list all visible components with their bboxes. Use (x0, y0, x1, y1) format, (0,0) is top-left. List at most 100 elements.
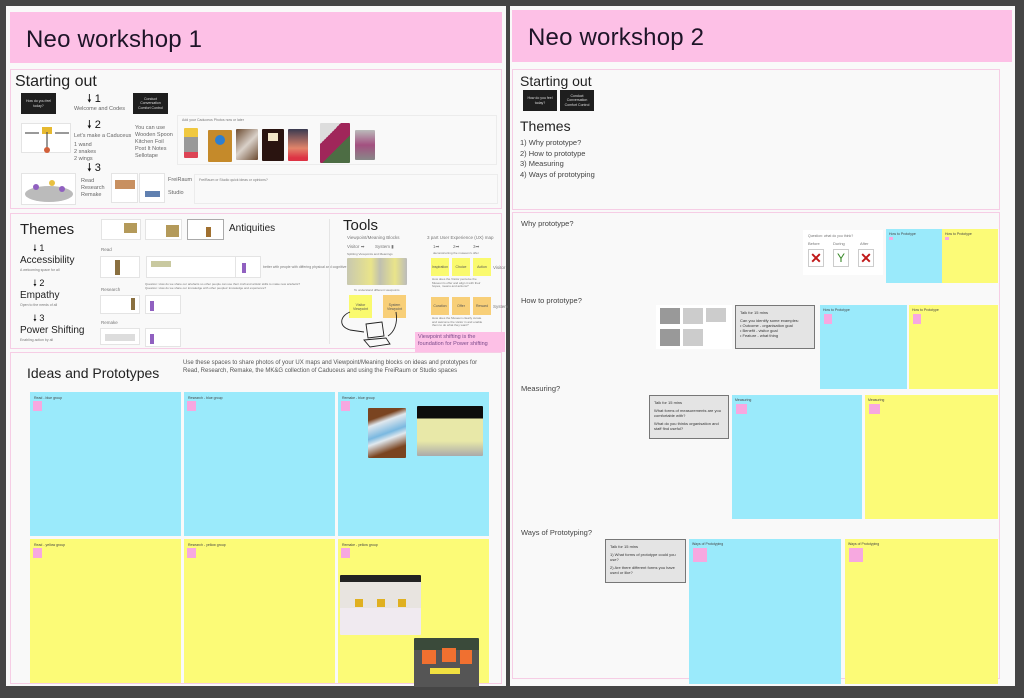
w2-sections-frame[interactable]: Why prototype? Question: what do you thi… (512, 212, 1000, 684)
instruction-sticky[interactable] (889, 237, 893, 240)
caduceus-photo[interactable] (208, 130, 232, 162)
caduceus-photo[interactable] (184, 128, 198, 158)
remake-card[interactable] (145, 328, 181, 347)
row-label-research: Research (101, 287, 121, 292)
freiraum-thumbnail[interactable] (111, 173, 138, 203)
caduceus-photo[interactable] (262, 129, 284, 161)
ideas-panel-label: FreiRaum or Studio quick ideas or opinio… (199, 178, 268, 182)
panel-label: Ways of Prototyping (692, 542, 724, 546)
ways-yellow-panel[interactable]: Ways of Prototyping (845, 539, 998, 684)
prototype-photo[interactable] (368, 408, 406, 458)
prototype-photo[interactable] (414, 638, 479, 687)
panel-label: Ways of Prototyping (848, 542, 880, 546)
ux-system-sticky[interactable]: Reward (473, 297, 491, 315)
research-card[interactable] (100, 295, 140, 314)
measuring-prompt-box[interactable]: Talk for 15 mins What forms of measureme… (649, 395, 729, 439)
why-blue-panel[interactable]: How to Prototype (886, 229, 942, 283)
down-arrow-icon: 🠗 (87, 162, 92, 174)
ux-step: 1➡ (433, 244, 440, 249)
remake-card[interactable] (100, 328, 140, 345)
instruction-sticky[interactable] (824, 314, 832, 324)
instruction-sticky[interactable] (341, 548, 350, 558)
visitor-label: Visitor ➡ (347, 244, 365, 249)
ideas-panel-remake-yellow[interactable]: Remake - yellow group (338, 539, 489, 687)
antiquity-card[interactable] (145, 219, 182, 240)
ux-visitor-sticky[interactable]: Inspiration (431, 258, 449, 276)
caduceus-photo[interactable] (288, 129, 308, 161)
before-during-after-card[interactable]: Question: what do you think? Before Duri… (803, 230, 883, 275)
contact-card[interactable]: Conduct Conversation Comfort Control (133, 93, 168, 114)
instruction-sticky[interactable] (341, 401, 350, 411)
w2-themes-list: 1) Why prototype? 2) How to prototype 3)… (520, 138, 595, 180)
caduceus-photo-panel[interactable]: Add your Caduceus Photos now or later (177, 115, 497, 165)
measuring-blue-panel[interactable]: Measuring (732, 395, 862, 519)
caduceus-photo[interactable] (236, 129, 258, 160)
themes-tools-frame[interactable]: Themes 🠗 1 Accessibility A welcoming spa… (10, 213, 508, 352)
instruction-sticky[interactable] (33, 401, 42, 411)
ideas-prototypes-frame[interactable]: Ideas and Prototypes Use these spaces to… (10, 352, 502, 687)
instruction-sticky[interactable] (33, 548, 42, 558)
read-card[interactable] (100, 256, 140, 278)
caduceus-photo[interactable] (355, 130, 375, 160)
instruction-sticky[interactable] (736, 404, 747, 414)
caduceus-diagram[interactable] (21, 123, 71, 153)
w2-starting-out-frame[interactable]: Starting out How do you feel today? Cond… (512, 69, 1000, 210)
ways-blue-panel[interactable]: Ways of Prototyping (689, 539, 841, 684)
antiquity-card[interactable] (101, 219, 141, 240)
reference-card (706, 308, 726, 322)
ux-system-sticky[interactable]: Offer (452, 297, 470, 315)
read-note: better with people with differing physic… (263, 265, 348, 269)
freiraum-ideas-panel[interactable]: FreiRaum or Studio quick ideas or opinio… (194, 174, 498, 204)
antiquity-card[interactable] (187, 219, 224, 240)
research-card[interactable] (145, 295, 181, 314)
read-card[interactable] (235, 256, 261, 278)
prototype-photo[interactable] (417, 406, 483, 456)
can-use-label: You can use (135, 125, 166, 131)
ways-heading: Ways of Prototyping? (521, 528, 593, 537)
workshop-1-title-bar: Neo workshop 1 (10, 12, 502, 63)
viewpoint-photo[interactable] (347, 258, 407, 285)
workshop-2-board[interactable]: Neo workshop 2 Starting out How do you f… (510, 6, 1015, 686)
instruction-sticky[interactable] (913, 314, 921, 324)
down-arrow-icon: 🠗 (33, 313, 37, 323)
instruction-sticky[interactable] (869, 404, 880, 414)
ux-visitor-question: How does the Visitor perceive the Museum… (432, 277, 481, 289)
workshop-1-board[interactable]: Neo workshop 1 Starting out How do you f… (6, 6, 508, 687)
ux-visitor-sticky[interactable]: Choice (452, 258, 470, 276)
prompt-question: 1) What forms of prototype could you use… (610, 552, 676, 562)
how-prompt-box[interactable]: Talk for 15 mins Can you identify some e… (735, 305, 815, 349)
ideas-panel-research-yellow[interactable]: Research - yellow group (184, 539, 335, 683)
reference-card (660, 329, 680, 346)
system-label: System ▮ (375, 244, 394, 249)
step-3-arrow: 🠗 3 (87, 162, 101, 174)
instruction-sticky[interactable] (187, 548, 196, 558)
caduceus-icon (25, 127, 69, 153)
measuring-yellow-panel[interactable]: Measuring (865, 395, 998, 519)
w2-feel-card[interactable]: How do you feel today? (523, 90, 557, 111)
starting-out-frame[interactable]: Starting out How do you feel today? 🠗 1 … (10, 69, 502, 209)
instruction-sticky[interactable] (693, 548, 707, 562)
theme-item: 2) How to prototype (520, 148, 586, 158)
ux-visitor-sticky[interactable]: Action (473, 258, 491, 276)
how-blue-panel[interactable]: How to Prototype (820, 305, 907, 389)
studio-thumbnail[interactable] (139, 173, 165, 203)
ideas-panel-read-blue[interactable]: Read - blue group (30, 392, 181, 536)
ideas-panel-read-yellow[interactable]: Read - yellow group (30, 539, 181, 683)
feel-card[interactable]: How do you feel today? (21, 93, 56, 114)
instruction-sticky[interactable] (945, 237, 949, 240)
instruction-sticky[interactable] (187, 401, 196, 411)
read-research-remake-diagram[interactable] (21, 173, 76, 205)
ux-system-sticky[interactable]: Curation (431, 297, 449, 315)
ideas-panel-research-blue[interactable]: Research - blue group (184, 392, 335, 536)
power-shifting-callout[interactable]: Viewpoint shifting is the foundation for… (415, 332, 505, 352)
instruction-sticky[interactable] (849, 548, 863, 562)
how-yellow-panel[interactable]: How to Prototype (909, 305, 998, 389)
prototype-photo[interactable] (340, 575, 421, 635)
ways-prompt-box[interactable]: Talk for 15 mins 1) What forms of protot… (605, 539, 686, 583)
ideas-panel-remake-blue[interactable]: Remake - blue group (338, 392, 489, 536)
read-card[interactable] (146, 256, 236, 278)
how-reference-cards[interactable] (656, 305, 732, 349)
why-yellow-panel[interactable]: How to Prototype (942, 229, 998, 283)
w2-contact-card[interactable]: Conduct Conversation Comfort Control (560, 90, 594, 111)
caduceus-photo[interactable] (320, 123, 350, 163)
